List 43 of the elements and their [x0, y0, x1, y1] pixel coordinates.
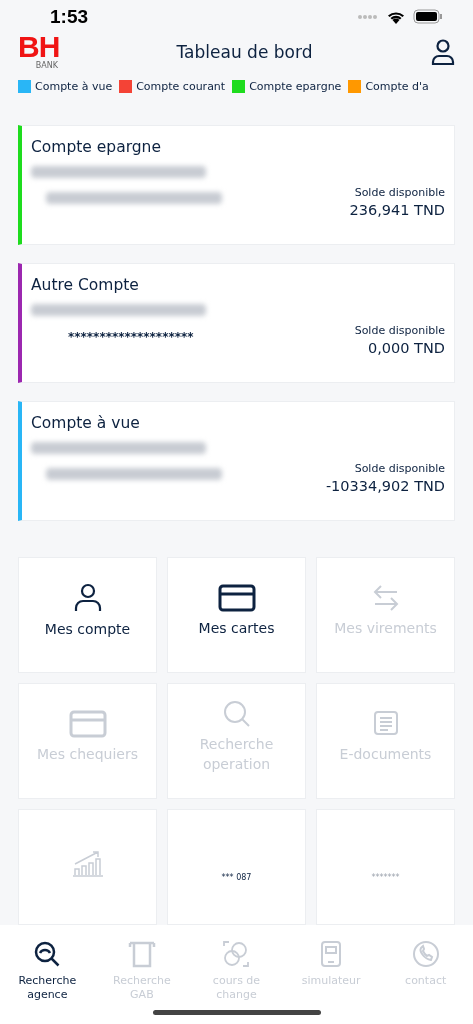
person-icon[interactable]: [431, 38, 455, 65]
tile-label: Mes cartes: [198, 619, 275, 638]
signal-icon: [357, 13, 379, 20]
nav-tab[interactable]: Recherche agence: [0, 940, 95, 1024]
account-card[interactable]: Compte à vue Solde disponible -10334,902 TND: [18, 401, 455, 521]
balance-label: Solde disponible: [354, 186, 445, 199]
card-icon: [217, 584, 256, 612]
menu-tile[interactable]: *** 087: [167, 809, 306, 925]
status-time: 1:53: [50, 5, 89, 28]
search-icon: [222, 700, 251, 728]
bank-logo: BH BANK: [18, 33, 58, 70]
account-card[interactable]: Autre Compte ******************** Solde disponible 0,000 TND: [18, 263, 455, 383]
card-icon: [68, 710, 107, 738]
arrows-icon: [372, 584, 399, 612]
phone-icon: [411, 940, 440, 968]
tile-label: Mes compte: [44, 620, 131, 639]
account-number: ********************: [68, 330, 194, 344]
legend-label: Compte courant: [136, 80, 226, 93]
balance-label: Solde disponible: [354, 462, 445, 475]
balance-label: Solde disponible: [354, 324, 445, 337]
document-icon: [372, 710, 399, 738]
atm-icon: [127, 940, 156, 968]
legend-label: Compte à vue: [35, 80, 113, 93]
legend-label: Compte d'a: [365, 80, 429, 93]
growth-chart-icon: [71, 849, 104, 877]
account-type: Autre Compte: [31, 276, 140, 294]
person-icon: [73, 583, 102, 613]
balance-amount: -10334,902 TND: [325, 478, 445, 494]
balance-amount: 0,000 TND: [368, 340, 445, 356]
account-type: Compte epargne: [31, 138, 162, 156]
menu-tile[interactable]: Mes cartes: [167, 557, 306, 673]
menu-tile[interactable]: Mes compte: [18, 557, 157, 673]
tile-caption: *******: [371, 872, 400, 882]
tile-caption: *** 087: [221, 872, 252, 882]
account-card[interactable]: Compte epargne Solde disponible 236,941 TND: [18, 125, 455, 245]
currency-exchange-icon: [222, 940, 251, 968]
legend-label: Compte epargne: [249, 80, 342, 93]
search-icon: [33, 940, 62, 968]
page-title: Tableau de bord: [176, 41, 313, 62]
account-type: Compte à vue: [31, 414, 141, 432]
phone-device-icon: [320, 940, 343, 968]
balance-amount: 236,941 TND: [349, 202, 445, 218]
battery-icon: [413, 9, 443, 24]
